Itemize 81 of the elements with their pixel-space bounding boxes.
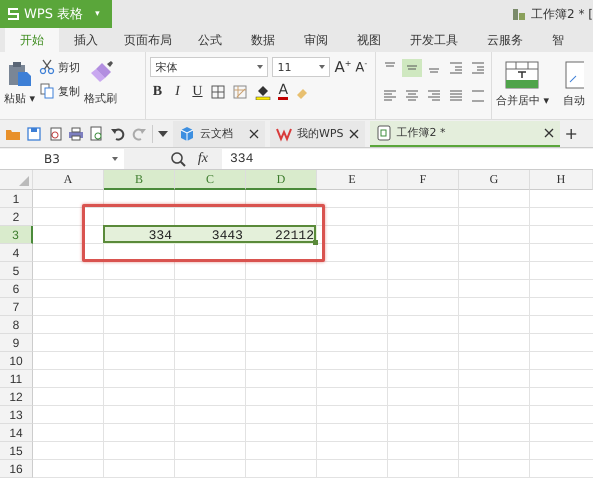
merge-cells-icon xyxy=(504,60,540,90)
italic-button[interactable]: I xyxy=(170,84,184,100)
ribbon-tab[interactable]: 公式 xyxy=(187,28,233,52)
column-header[interactable]: F xyxy=(388,170,459,190)
undo-icon[interactable] xyxy=(110,126,126,142)
function-button[interactable]: fx xyxy=(198,150,208,166)
new-tab-button[interactable]: + xyxy=(564,124,578,143)
close-icon[interactable] xyxy=(249,128,259,138)
align-middle-icon[interactable] xyxy=(402,59,422,77)
ribbon-tab[interactable]: 智 xyxy=(541,28,575,52)
save-icon[interactable] xyxy=(26,126,42,142)
ribbon-tab[interactable]: 开始 xyxy=(5,28,59,52)
dropdown-arrow-icon xyxy=(112,156,118,160)
row-header[interactable]: 5 xyxy=(0,262,33,280)
formula-field[interactable]: 334 xyxy=(222,148,593,168)
row-header[interactable]: 4 xyxy=(0,244,33,262)
wrap-text-button[interactable]: 自动 xyxy=(559,57,589,108)
row-header[interactable]: 16 xyxy=(0,460,33,478)
document-tab[interactable]: 我的WPS xyxy=(270,120,364,146)
border-icon[interactable] xyxy=(210,84,226,100)
merge-center-button[interactable]: 合并居中 ▾ xyxy=(496,57,549,108)
underline-button[interactable]: U xyxy=(190,84,204,100)
close-icon[interactable] xyxy=(544,128,554,138)
ribbon-tab[interactable]: 视图 xyxy=(346,28,392,52)
font-color-button[interactable]: A xyxy=(278,83,288,100)
row-header[interactable]: 1 xyxy=(0,190,33,208)
font-size-dropdown[interactable]: 11 xyxy=(272,57,330,77)
font-dropdown[interactable]: 宋体 xyxy=(150,57,268,77)
column-header[interactable]: D xyxy=(246,170,317,190)
bold-button[interactable]: B xyxy=(150,84,164,100)
decrease-font-button[interactable]: A$^{-}$ xyxy=(355,58,368,76)
dropdown-arrow-icon[interactable] xyxy=(158,130,168,136)
row-header[interactable]: 7 xyxy=(0,298,33,316)
document-tab[interactable]: 工作簿2 * xyxy=(370,120,560,146)
row-header[interactable]: 10 xyxy=(0,352,33,370)
row-header[interactable]: 15 xyxy=(0,442,33,460)
fill-color-icon[interactable] xyxy=(254,84,272,100)
app-name: WPS 表格 xyxy=(24,6,84,23)
row-header[interactable]: 14 xyxy=(0,424,33,442)
row-header[interactable]: 8 xyxy=(0,316,33,334)
column-header[interactable]: B xyxy=(104,170,175,190)
paste-button[interactable]: 粘贴 ▾ xyxy=(4,57,36,106)
ribbon-tab[interactable]: 插入 xyxy=(63,28,109,52)
column-header[interactable]: G xyxy=(459,170,530,190)
scissors-icon xyxy=(39,59,56,75)
document-tab[interactable]: 云文档 xyxy=(173,120,265,146)
format-painter-button[interactable]: 格式刷 xyxy=(84,57,118,106)
name-box[interactable]: B3 xyxy=(0,148,124,168)
workbook-icon xyxy=(512,7,526,21)
triangle-icon xyxy=(19,176,29,186)
w-logo-icon xyxy=(276,126,292,142)
copy-button[interactable]: 复制 xyxy=(39,83,80,99)
ribbon-tab[interactable]: 数据 xyxy=(240,28,286,52)
copy-icon xyxy=(39,83,56,99)
ribbon-tab[interactable]: 开发工具 xyxy=(399,28,469,52)
ribbon-tab[interactable]: 审阅 xyxy=(293,28,339,52)
row-header[interactable]: 13 xyxy=(0,406,33,424)
ribbon-tab[interactable]: 云服务 xyxy=(476,28,534,52)
ribbon-tab[interactable]: 页面布局 xyxy=(113,28,183,52)
column-header[interactable]: C xyxy=(175,170,246,190)
close-icon[interactable] xyxy=(348,128,358,138)
row-header[interactable]: 9 xyxy=(0,334,33,352)
cube-icon xyxy=(179,126,195,142)
column-header[interactable]: E xyxy=(317,170,388,190)
row-header[interactable]: 2 xyxy=(0,208,33,226)
row-header[interactable]: 11 xyxy=(0,370,33,388)
increase-font-button[interactable]: A$^{+}$ xyxy=(334,58,352,76)
dropdown-arrow-icon xyxy=(319,65,326,69)
cut-button[interactable]: 剪切 xyxy=(39,59,80,75)
column-header[interactable]: A xyxy=(33,170,104,190)
spreadsheet-icon xyxy=(376,124,392,140)
print-icon[interactable] xyxy=(68,126,84,142)
logo-icon xyxy=(6,7,20,21)
window-title: 工作簿2 * [ xyxy=(531,6,593,22)
row-header[interactable]: 12 xyxy=(0,388,33,406)
row-header[interactable]: 3 xyxy=(0,226,33,244)
zoom-icon[interactable] xyxy=(170,150,186,166)
clipboard-icon xyxy=(6,60,33,88)
row-header[interactable]: 6 xyxy=(0,280,33,298)
column-header[interactable]: H xyxy=(530,170,593,190)
dropdown-arrow-icon xyxy=(257,65,264,69)
